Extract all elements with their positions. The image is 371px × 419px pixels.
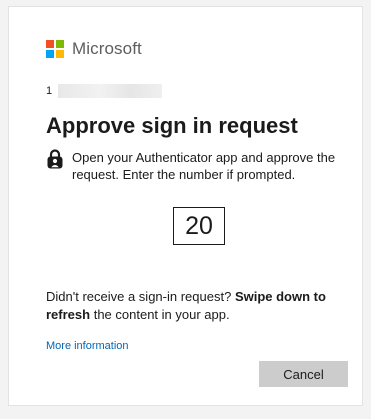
hint-part2: the content in your app. <box>93 307 230 322</box>
microsoft-logo-icon <box>46 40 64 58</box>
more-information-link[interactable]: More information <box>46 340 129 352</box>
page-title: Approve sign in request <box>46 113 298 138</box>
lock-person-icon <box>47 149 63 169</box>
cancel-button[interactable]: Cancel <box>259 361 348 387</box>
redacted-account-name <box>58 84 163 98</box>
instruction-row: Open your Authenticator app and approve … <box>46 149 346 183</box>
instruction-text: Open your Authenticator app and approve … <box>72 150 336 182</box>
microsoft-header: Microsoft <box>46 39 142 59</box>
brand-name: Microsoft <box>72 39 142 58</box>
account-prefix: 1 <box>46 85 53 97</box>
sign-in-card: Microsoft 1 Approve sign in request Open… <box>8 6 363 406</box>
hint-text: Didn't receive a sign-in request? Swipe … <box>46 288 336 324</box>
account-identifier: 1 <box>46 84 163 98</box>
hint-part1: Didn't receive a sign-in request? <box>46 289 232 304</box>
match-number: 20 <box>173 207 225 245</box>
